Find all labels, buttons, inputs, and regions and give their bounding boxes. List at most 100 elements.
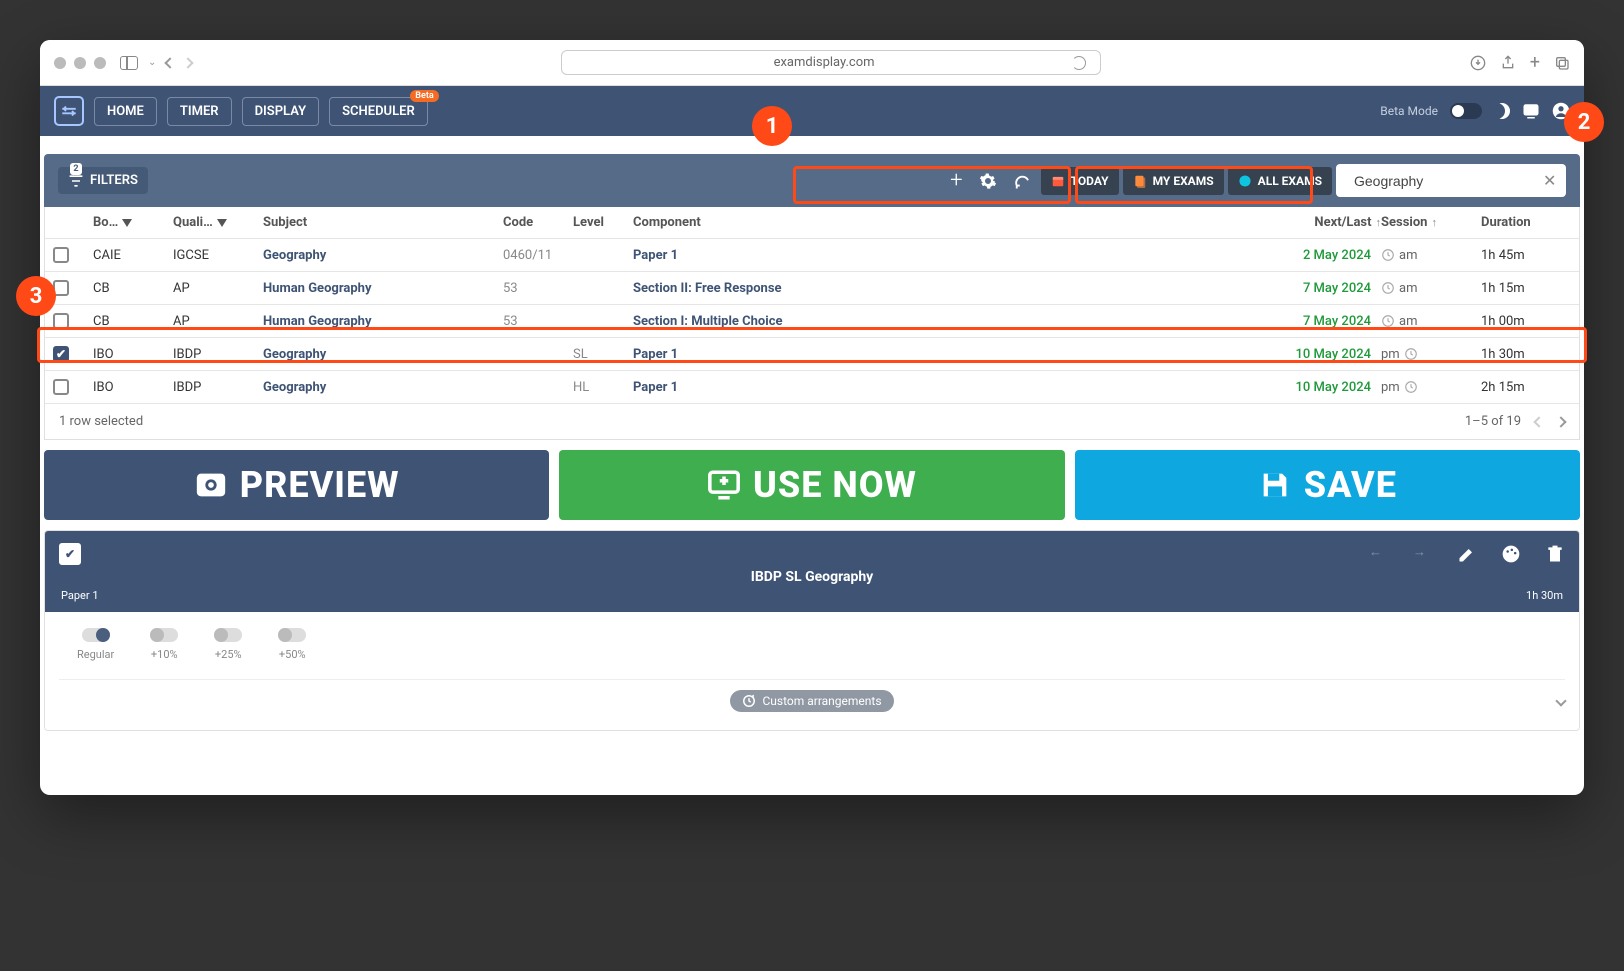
cell-duration: 1h 30m (1481, 347, 1571, 362)
custom-arrangements-chip[interactable]: Custom arrangements (730, 690, 893, 712)
col-next[interactable]: Next/Last↑ (1281, 215, 1381, 230)
traffic-lights (54, 57, 106, 69)
cell-component: Paper 1 (633, 248, 893, 263)
pagination-range: 1–5 of 19 (1465, 414, 1521, 429)
nav-scheduler[interactable]: SCHEDULER Beta (329, 97, 428, 126)
save-label: SAVE (1304, 464, 1397, 506)
table-header: Bo… Quali… Subject Code Level Component … (45, 207, 1579, 239)
cell-subject: Geography (263, 380, 503, 395)
share-icon[interactable] (1500, 55, 1516, 71)
toggle-regular[interactable]: Regular (77, 628, 114, 661)
filters-button[interactable]: 2 FILTERS (58, 167, 148, 194)
save-button[interactable]: SAVE (1075, 450, 1580, 520)
table-row[interactable]: ✔IBOIBDPGeographySLPaper 110 May 2024pm1… (45, 338, 1579, 371)
tabs-icon[interactable] (1554, 55, 1570, 71)
sidebar-toggle-icon[interactable] (120, 56, 138, 70)
download-icon[interactable] (1470, 55, 1486, 71)
filter-my-exams[interactable]: MY EXAMS (1123, 167, 1224, 195)
cell-component: Paper 1 (633, 347, 893, 362)
search-box[interactable]: ✕ (1336, 164, 1566, 197)
chevron-down-icon[interactable]: ⌄ (148, 57, 156, 68)
cell-component: Section I: Multiple Choice (633, 314, 893, 329)
prev-page-button[interactable] (1533, 416, 1544, 427)
col-board[interactable]: Bo… (93, 215, 173, 230)
col-session[interactable]: Session↑ (1381, 215, 1481, 230)
cell-code: 0460/11 (503, 248, 573, 263)
url-text: examdisplay.com (774, 55, 875, 70)
table-row[interactable]: CBAPHuman Geography53Section II: Free Re… (45, 272, 1579, 305)
app-logo[interactable] (54, 96, 84, 126)
cell-subject: Human Geography (263, 281, 503, 296)
toggle-plus25[interactable]: +25% (214, 628, 242, 661)
preview-button[interactable]: PREVIEW (44, 450, 549, 520)
app-header: HOME TIMER DISPLAY SCHEDULER Beta Beta M… (40, 86, 1584, 136)
table-row[interactable]: IBOIBDPGeographyHLPaper 110 May 2024pm2h… (45, 371, 1579, 404)
custom-arrangements-label: Custom arrangements (762, 694, 881, 708)
beta-mode-toggle[interactable] (1450, 103, 1482, 119)
cell-component: Section II: Free Response (633, 281, 893, 296)
filter-count-badge: 2 (70, 163, 82, 175)
cell-code: 53 (503, 281, 573, 296)
row-checkbox[interactable]: ✔ (53, 346, 69, 362)
back-button[interactable] (165, 57, 176, 68)
col-level[interactable]: Level (573, 215, 633, 230)
screen-icon[interactable] (1522, 102, 1540, 120)
clock-add-icon (742, 694, 756, 708)
dark-mode-icon[interactable] (1494, 103, 1510, 119)
use-now-button[interactable]: USE NOW (559, 450, 1064, 520)
table-row[interactable]: CAIEIGCSEGeography0460/11Paper 12 May 20… (45, 239, 1579, 272)
gear-icon[interactable] (973, 166, 1003, 196)
detail-panel: ✔ ← → IBDP SL Geography Paper 1 1h 30m R… (44, 530, 1580, 731)
filters-label: FILTERS (90, 173, 138, 188)
minimize-window-button[interactable] (74, 57, 86, 69)
filter-funnel-icon[interactable] (217, 219, 227, 227)
cell-board: IBO (93, 380, 173, 395)
cell-date: 7 May 2024 (1281, 314, 1381, 329)
sort-asc-icon: ↑ (1431, 216, 1437, 229)
col-component[interactable]: Component (633, 215, 893, 230)
toggle-plus10[interactable]: +10% (150, 628, 178, 661)
maximize-window-button[interactable] (94, 57, 106, 69)
palette-icon[interactable] (1501, 544, 1521, 564)
clear-search-icon[interactable]: ✕ (1543, 171, 1556, 190)
cell-session: am (1381, 248, 1481, 263)
cell-qualification: IGCSE (173, 248, 263, 263)
address-bar[interactable]: examdisplay.com (561, 50, 1101, 75)
cell-qualification: IBDP (173, 380, 263, 395)
table-row[interactable]: CBAPHuman Geography53Section I: Multiple… (45, 305, 1579, 338)
forward-button[interactable] (183, 57, 194, 68)
row-checkbox[interactable] (53, 247, 69, 263)
row-checkbox[interactable] (53, 313, 69, 329)
filter-funnel-icon[interactable] (122, 219, 132, 227)
cell-session: pm (1381, 347, 1481, 362)
delete-icon[interactable] (1545, 544, 1565, 564)
nav-timer[interactable]: TIMER (167, 97, 232, 126)
cell-duration: 1h 15m (1481, 281, 1571, 296)
new-tab-button[interactable]: + (1530, 52, 1540, 73)
add-icon[interactable]: + (944, 162, 968, 199)
col-qualification[interactable]: Quali… (173, 215, 263, 230)
next-detail-icon[interactable]: → (1413, 544, 1433, 564)
col-subject[interactable]: Subject (263, 215, 503, 230)
filter-all-exams[interactable]: ALL EXAMS (1228, 167, 1332, 195)
refresh-icon[interactable] (1007, 166, 1037, 196)
row-checkbox[interactable] (53, 379, 69, 395)
nav-home[interactable]: HOME (94, 97, 157, 126)
prev-detail-icon[interactable]: ← (1369, 544, 1389, 564)
beta-mode-label: Beta Mode (1380, 104, 1438, 118)
toggle-plus50[interactable]: +50% (278, 628, 306, 661)
edit-icon[interactable] (1457, 544, 1477, 564)
cell-subject: Geography (263, 347, 503, 362)
col-duration[interactable]: Duration (1481, 215, 1571, 230)
close-window-button[interactable] (54, 57, 66, 69)
cell-code: 53 (503, 314, 573, 329)
next-page-button[interactable] (1555, 416, 1566, 427)
refresh-icon[interactable] (1072, 56, 1086, 70)
nav-display[interactable]: DISPLAY (242, 97, 320, 126)
detail-selected-checkbox[interactable]: ✔ (59, 543, 81, 565)
filter-today[interactable]: TODAY (1041, 167, 1119, 195)
col-code[interactable]: Code (503, 215, 573, 230)
detail-header: ✔ ← → IBDP SL Geography Paper 1 1h 30m (45, 531, 1579, 612)
expand-chevron-icon[interactable] (1555, 695, 1566, 706)
search-input[interactable] (1354, 173, 1535, 189)
